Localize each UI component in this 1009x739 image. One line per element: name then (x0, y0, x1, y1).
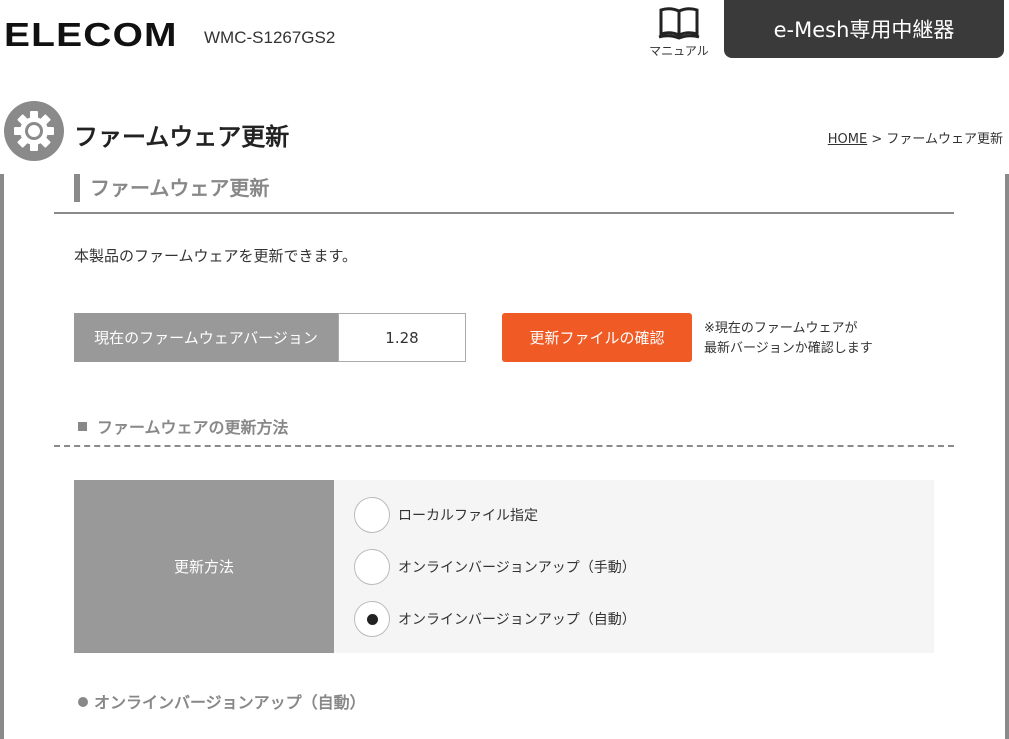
radio-button-selected[interactable] (354, 601, 390, 637)
check-note-line2: 最新バージョンか確認します (704, 341, 873, 356)
dashed-divider (54, 445, 954, 447)
gear-icon (4, 101, 64, 161)
manual-label: マニュアル (649, 44, 709, 58)
square-bullet-icon (78, 422, 87, 431)
section-title: ファームウェア更新 (74, 174, 269, 202)
radio-selected-dot (366, 613, 378, 625)
breadcrumb-separator: > (867, 132, 887, 147)
radio-button[interactable] (354, 549, 390, 585)
e-mesh-button[interactable]: e-Mesh専用中継器 (724, 0, 1004, 58)
model-name: WMC-S1267GS2 (204, 28, 336, 47)
check-note-line1: ※現在のファームウェアが (704, 321, 858, 336)
elecom-logo: ELECOM (4, 16, 178, 53)
book-icon (658, 7, 700, 40)
fw-version-label: 現在のファームウェアバージョン (74, 313, 338, 362)
manual-link[interactable]: マニュアル (645, 6, 713, 59)
radio-online-auto[interactable]: オンラインバージョンアップ（自動） (354, 601, 636, 637)
auto-update-section-title: オンラインバージョンアップ（自動） (78, 689, 366, 713)
radio-label: ローカルファイル指定 (398, 508, 538, 524)
update-method-title: ファームウェアの更新方法 (78, 414, 289, 438)
check-note: ※現在のファームウェアが 最新バージョンか確認します (704, 319, 873, 359)
auto-update-title-text: オンラインバージョンアップ（自動） (94, 693, 366, 712)
circle-bullet-icon (78, 697, 88, 707)
breadcrumb: HOME > ファームウェア更新 (828, 128, 1003, 147)
page-title: ファームウェア更新 (74, 123, 290, 151)
section-divider (54, 212, 954, 214)
section-description: 本製品のファームウェアを更新できます。 (74, 247, 358, 265)
breadcrumb-current: ファームウェア更新 (886, 132, 1003, 147)
update-method-title-text: ファームウェアの更新方法 (97, 418, 289, 437)
radio-online-manual[interactable]: オンラインバージョンアップ（手動） (354, 549, 636, 585)
update-method-label: 更新方法 (74, 480, 334, 653)
radio-label: オンラインバージョンアップ（手動） (398, 560, 636, 576)
fw-version-value: 1.28 (338, 313, 466, 362)
radio-button[interactable] (354, 497, 390, 533)
check-update-button[interactable]: 更新ファイルの確認 (502, 313, 692, 362)
radio-label: オンラインバージョンアップ（自動） (398, 612, 636, 628)
radio-local-file[interactable]: ローカルファイル指定 (354, 497, 538, 533)
breadcrumb-home-link[interactable]: HOME (828, 132, 867, 147)
